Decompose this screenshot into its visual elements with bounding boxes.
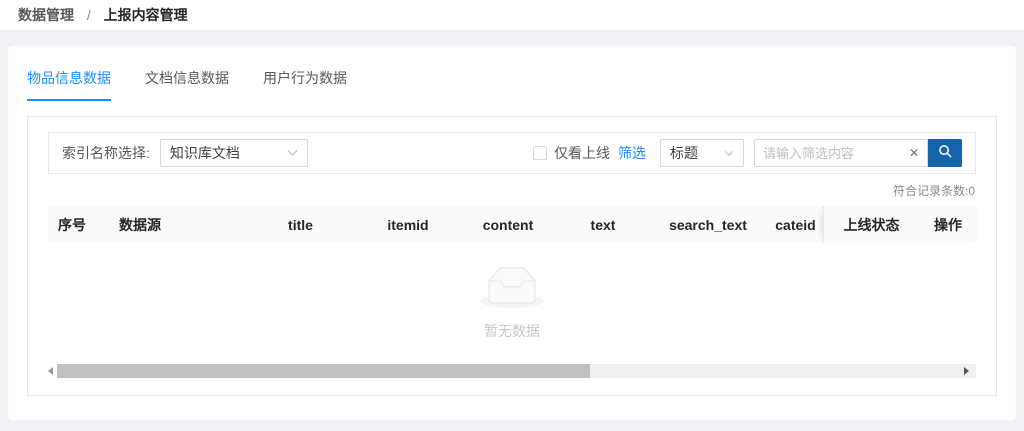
- tab-doc-info-data[interactable]: 文档信息数据: [145, 68, 229, 101]
- index-select[interactable]: 知识库文档: [160, 139, 308, 167]
- filter-bar: 索引名称选择: 知识库文档 仅看上线 筛选 标题: [48, 132, 976, 174]
- column-header-cateid: cateid: [768, 217, 823, 233]
- column-header-actions: 操作: [919, 215, 977, 235]
- index-select-label: 索引名称选择:: [62, 143, 150, 163]
- top-bar: 数据管理 / 上报内容管理: [0, 0, 1024, 30]
- scroll-left-arrow-icon[interactable]: [43, 364, 57, 378]
- search-input[interactable]: [763, 146, 903, 161]
- column-header-itemid: itemid: [358, 217, 458, 233]
- empty-state-label: 暂无数据: [484, 321, 540, 341]
- search-field-group: ✕: [754, 139, 962, 167]
- table-header-fixed-columns: 上线状态 操作: [823, 206, 977, 243]
- index-select-value: 知识库文档: [170, 143, 240, 163]
- online-only-label: 仅看上线: [554, 143, 610, 163]
- tab-bar: 物品信息数据 文档信息数据 用户行为数据: [27, 68, 997, 101]
- column-header-index: 序号: [48, 215, 103, 235]
- column-header-datasource: 数据源: [103, 215, 243, 235]
- column-header-text: text: [558, 217, 648, 233]
- chevron-down-icon: [724, 150, 734, 157]
- field-select[interactable]: 标题: [660, 139, 744, 167]
- search-button[interactable]: [928, 139, 962, 167]
- column-header-search-text: search_text: [648, 217, 768, 233]
- chevron-down-icon: [287, 149, 298, 157]
- tab-item-info-data[interactable]: 物品信息数据: [27, 68, 111, 101]
- scrollbar-thumb[interactable]: [57, 364, 590, 378]
- breadcrumb-separator: /: [87, 7, 91, 23]
- column-header-online-status: 上线状态: [824, 215, 919, 235]
- scrollbar-track[interactable]: [57, 364, 976, 378]
- horizontal-scrollbar: [43, 364, 976, 378]
- column-header-content: content: [458, 217, 558, 233]
- column-header-title: title: [243, 217, 358, 233]
- breadcrumb: 数据管理 / 上报内容管理: [18, 5, 188, 25]
- filter-link[interactable]: 筛选: [618, 143, 646, 163]
- field-select-value: 标题: [670, 143, 698, 163]
- scroll-right-arrow-icon[interactable]: [964, 366, 972, 376]
- search-icon: [938, 144, 953, 162]
- search-input-box: ✕: [754, 139, 928, 167]
- breadcrumb-item-data-management[interactable]: 数据管理: [18, 7, 74, 23]
- empty-box-icon: [480, 267, 544, 313]
- breadcrumb-item-report-content: 上报内容管理: [104, 7, 188, 23]
- table-header-row: 序号 数据源 title itemid content text search_…: [48, 206, 976, 243]
- tab-content-panel: 索引名称选择: 知识库文档 仅看上线 筛选 标题: [27, 116, 997, 396]
- search-group: 仅看上线 筛选 标题 ✕: [533, 139, 962, 167]
- empty-state: 暂无数据: [48, 267, 976, 341]
- main-card: 物品信息数据 文档信息数据 用户行为数据 索引名称选择: 知识库文档 仅看上线 …: [8, 46, 1016, 420]
- index-select-group: 索引名称选择: 知识库文档: [62, 139, 308, 167]
- clear-icon[interactable]: ✕: [903, 146, 919, 160]
- online-only-checkbox[interactable]: [533, 146, 547, 160]
- result-count: 符合记录条数:0: [49, 182, 975, 199]
- tab-user-behavior-data[interactable]: 用户行为数据: [263, 68, 347, 101]
